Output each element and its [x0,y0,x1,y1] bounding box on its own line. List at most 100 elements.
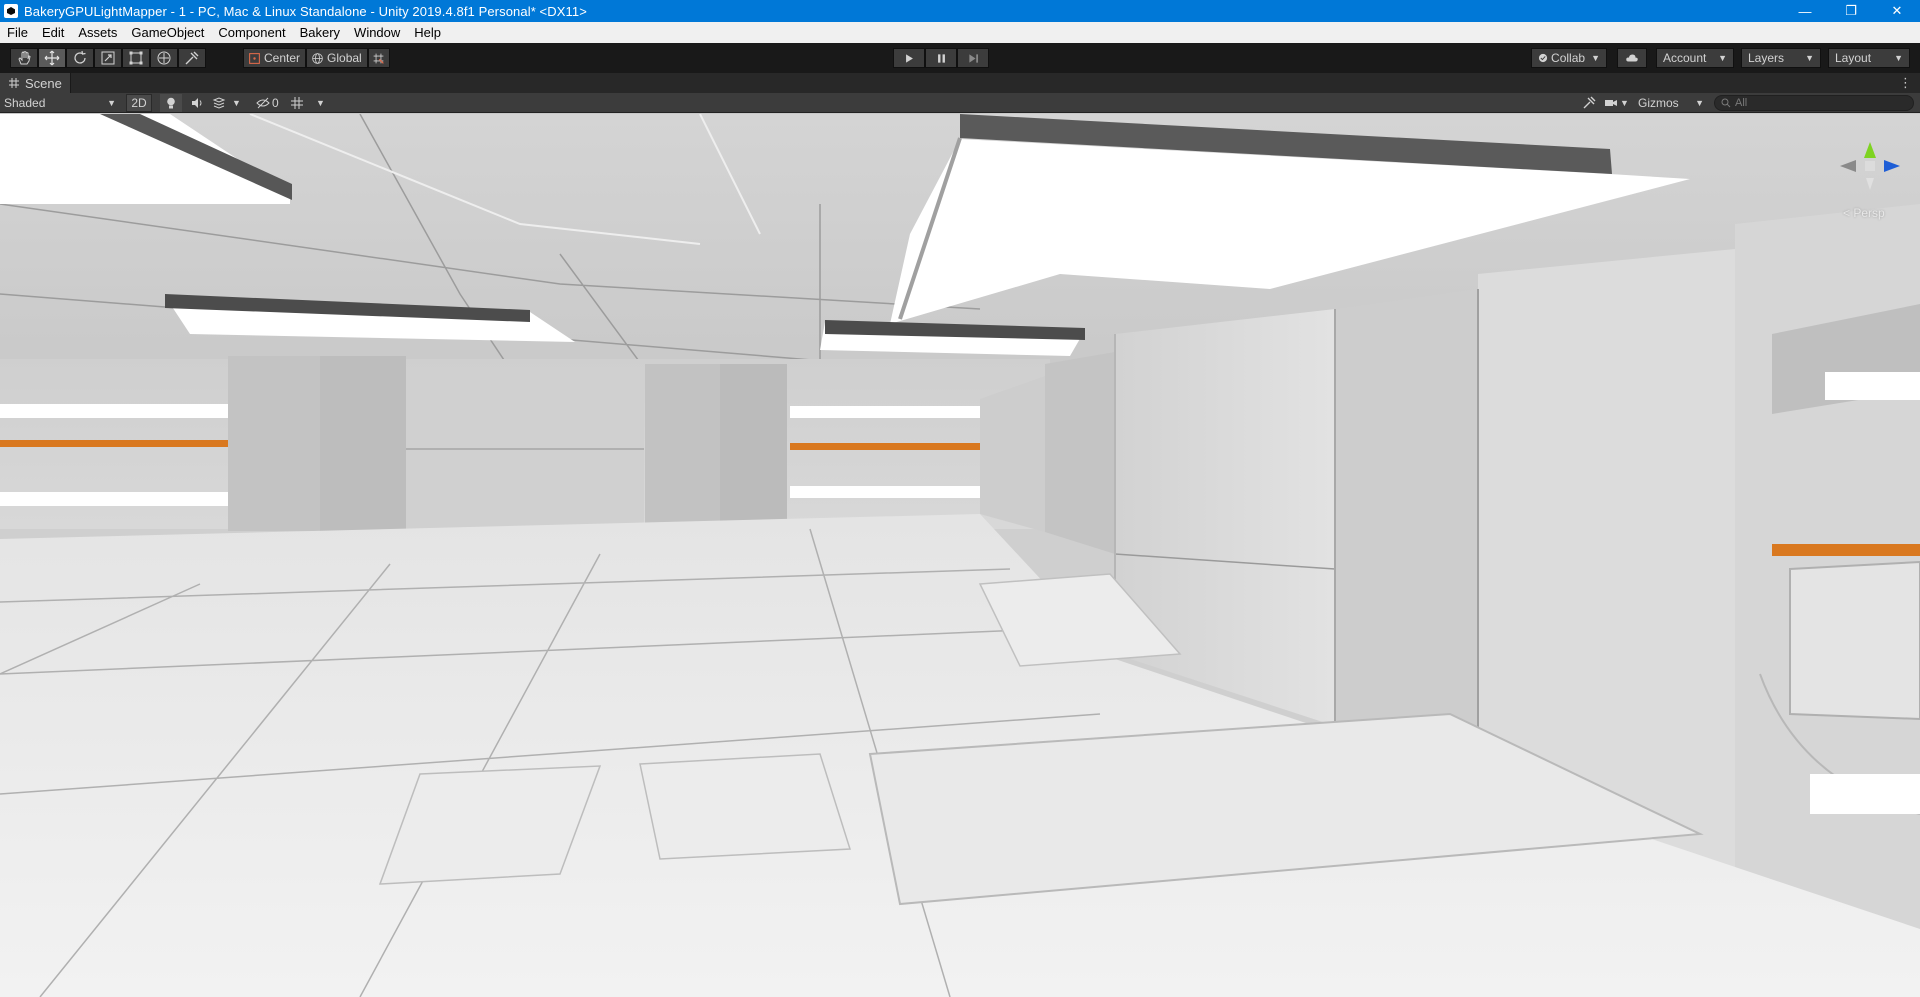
gizmo-axis-y-icon [1864,142,1876,158]
gizmo-axis-neg-y-icon [1866,178,1874,190]
step-icon [968,53,978,63]
hand-tool-button[interactable] [10,48,38,68]
menu-bakery[interactable]: Bakery [293,22,347,43]
hand-icon [18,50,31,65]
menu-help[interactable]: Help [407,22,448,43]
cloud-controls [1617,48,1647,68]
unity-logo-icon [4,4,18,18]
maximize-button[interactable]: ❐ [1828,0,1874,22]
hierarchy-search-input[interactable]: All [1714,95,1914,111]
menu-bar: File Edit Assets GameObject Component Ba… [0,22,1920,43]
projection-label[interactable]: < Persp [1843,206,1885,220]
layers-label: Layers [1748,51,1785,65]
cloud-icon [1626,54,1638,62]
transform-icon [157,51,171,65]
grid-toggle-icon [291,97,303,109]
snap-grid-button[interactable] [367,48,390,68]
gizmos-dropdown[interactable]: Gizmos ▼ [1638,94,1704,112]
gizmos-label: Gizmos [1638,96,1679,110]
draw-mode-label: Shaded [4,96,46,110]
title-bar: BakeryGPULightMapper - 1 - PC, Mac & Lin… [0,0,1920,22]
tab-scene[interactable]: Scene [0,73,71,93]
lighting-toggle[interactable] [160,94,182,112]
search-icon [1721,98,1731,108]
layers-dropdown[interactable]: Layers ▼ [1741,48,1821,68]
grid-icon [9,78,19,88]
grid-snap-icon [373,53,385,64]
rect-tool-button[interactable] [122,48,150,68]
play-controls [893,48,989,68]
tab-scene-label: Scene [25,75,62,91]
scene-view-toolbar: Shaded ▼ 2D ▼ 0 ▼ ▼ Gizmos ▼ All [0,93,1920,113]
camera-dropdown[interactable]: ▼ [1604,94,1634,112]
pivot-controls: Center Global [243,48,390,68]
hidden-objects-toggle[interactable]: 0 [256,94,284,112]
play-icon [905,53,913,63]
scale-icon [101,51,115,65]
rect-icon [129,51,143,65]
close-button[interactable]: ✕ [1874,0,1920,22]
menu-window[interactable]: Window [347,22,407,43]
mode-2d-label: 2D [131,96,147,110]
eye-off-icon [256,97,270,109]
grid-toggle-dropdown[interactable]: ▼ [290,94,326,112]
speaker-icon [192,98,202,108]
menu-edit[interactable]: Edit [35,22,71,43]
layout-dropdown[interactable]: Layout ▼ [1828,48,1910,68]
layout-controls: Layout ▼ [1828,48,1910,68]
transform-tools [10,48,206,68]
audio-toggle[interactable] [186,94,208,112]
window-title: BakeryGPULightMapper - 1 - PC, Mac & Lin… [24,3,587,19]
transform-tool-button[interactable] [150,48,178,68]
scene-viewport[interactable]: < Persp [0,114,1920,997]
check-circle-icon [1538,53,1548,63]
menu-assets[interactable]: Assets [71,22,124,43]
chevron-down-icon: ▼ [1894,53,1903,63]
pivot-center-icon [249,52,260,64]
pivot-mode-button[interactable]: Center [243,48,307,68]
rotate-tool-button[interactable] [66,48,94,68]
menu-component[interactable]: Component [211,22,292,43]
step-button[interactable] [957,48,989,68]
main-toolbar: Center Global Collab ▼ Account ▼ Layers … [0,43,1920,73]
layers-controls: Layers ▼ [1741,48,1821,68]
chevron-down-icon: ▼ [1620,98,1629,108]
menu-file[interactable]: File [0,22,35,43]
collab-label: Collab [1551,51,1586,65]
lightbulb-icon [167,97,175,109]
collab-controls: Collab ▼ [1531,48,1607,68]
pause-button[interactable] [925,48,957,68]
collab-button[interactable]: Collab ▼ [1531,48,1607,68]
account-dropdown[interactable]: Account ▼ [1656,48,1734,68]
tab-menu-icon[interactable]: ⋮ [1899,75,1912,91]
play-button[interactable] [893,48,925,68]
rotate-icon [74,50,86,64]
draw-mode-dropdown[interactable]: Shaded ▼ [4,94,120,112]
mode-2d-toggle[interactable]: 2D [126,94,152,112]
scene-tab-header: Scene ⋮ [0,73,1920,93]
hidden-count: 0 [272,96,279,110]
gizmo-axis-x-icon [1840,160,1856,172]
pivot-rotation-label: Global [327,51,362,65]
effects-dropdown[interactable]: ▼ [212,94,246,112]
menu-gameobject[interactable]: GameObject [124,22,211,43]
cloud-button[interactable] [1617,48,1647,68]
chevron-down-icon: ▼ [1805,53,1814,63]
minimize-button[interactable]: — [1782,0,1828,22]
account-label: Account [1663,51,1707,65]
scene-render [0,114,1920,997]
scene-tools-button[interactable] [1578,94,1600,112]
custom-tool-button[interactable] [178,48,206,68]
pivot-rotation-button[interactable]: Global [306,48,368,68]
layout-label: Layout [1835,51,1872,65]
chevron-down-icon: ▼ [107,98,116,108]
account-controls: Account ▼ [1656,48,1734,68]
gizmo-axis-z-icon [1884,160,1900,172]
pause-icon [937,53,945,63]
chevron-down-icon: ▼ [1718,53,1727,63]
custom-tool-icon [185,51,199,65]
scale-tool-button[interactable] [94,48,122,68]
move-icon [44,50,60,66]
globe-icon [312,52,323,64]
move-tool-button[interactable] [38,48,66,68]
